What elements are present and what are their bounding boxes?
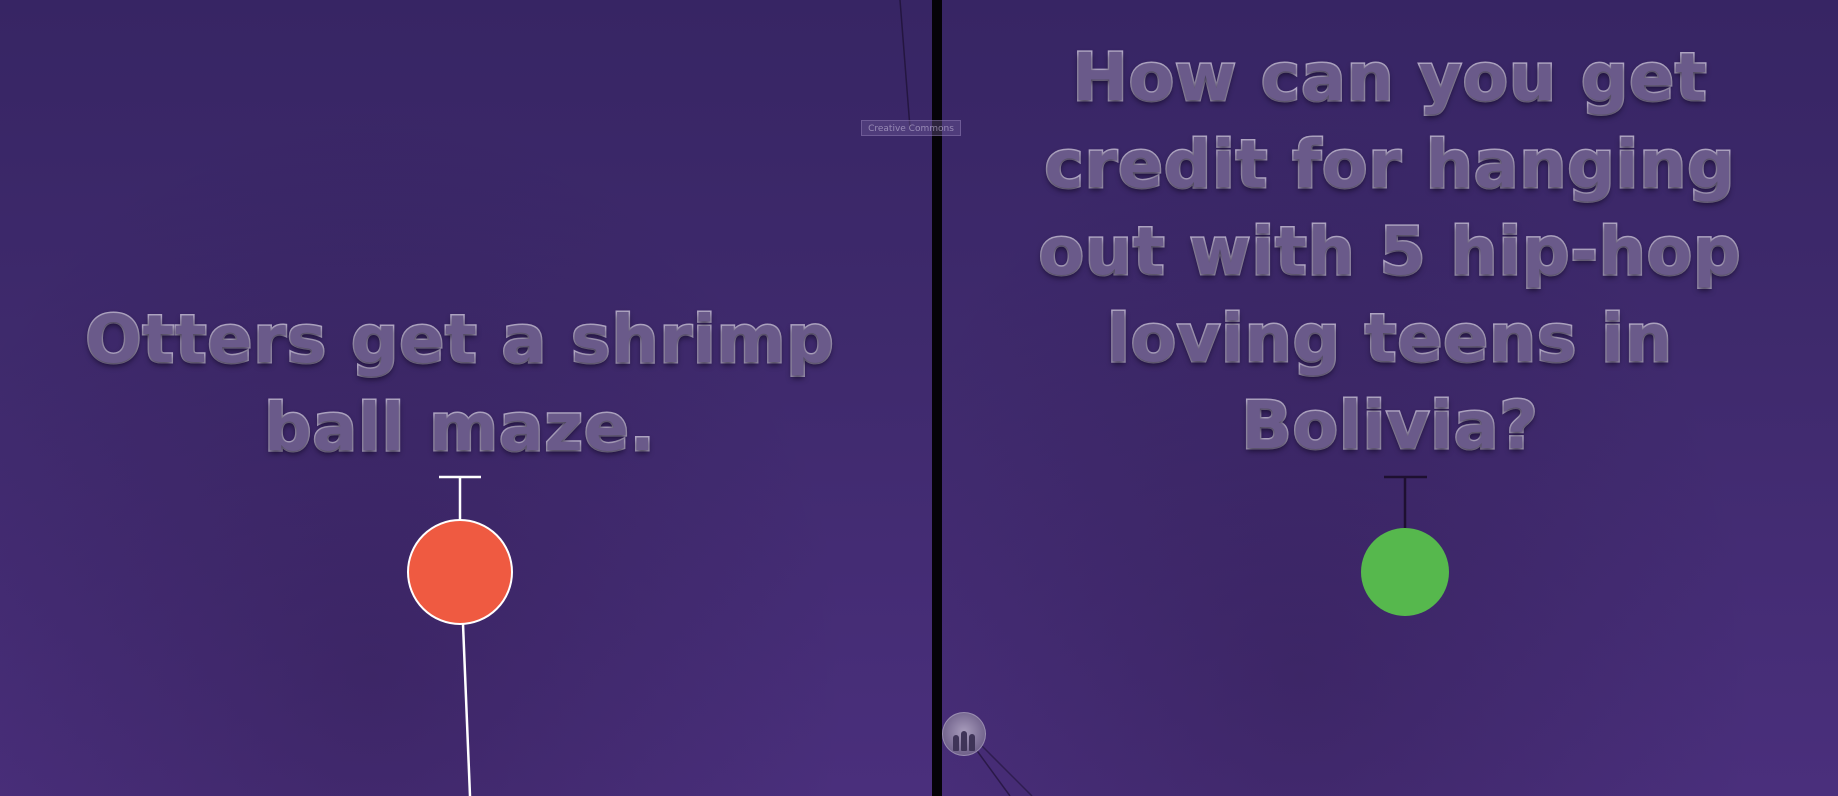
left-tail-line — [461, 623, 472, 796]
avatar-thread-line — [979, 743, 1033, 796]
green-circle-marker-icon[interactable] — [1361, 528, 1449, 616]
split-video-stage: Otters get a shrimp ball maze. How can y… — [0, 0, 1838, 796]
credit-tag[interactable]: Creative Commons — [861, 120, 961, 136]
avatar-thread-line — [974, 747, 1011, 796]
red-circle-marker-icon[interactable] — [407, 519, 513, 625]
left-thread-line — [899, 0, 911, 129]
group-avatar-icon[interactable] — [942, 712, 986, 756]
